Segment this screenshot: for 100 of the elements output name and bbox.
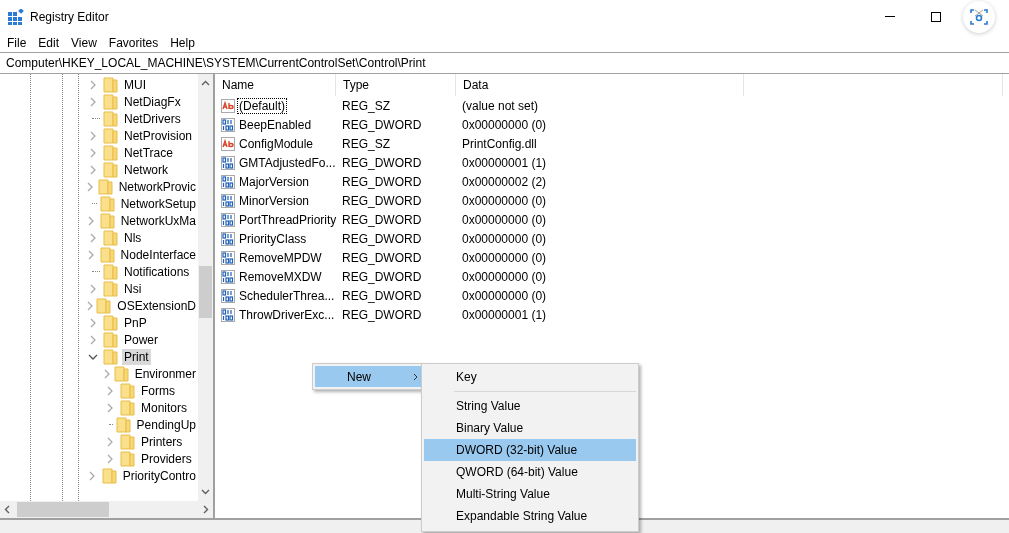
scroll-right-icon[interactable] <box>203 505 209 514</box>
scroll-thumb[interactable] <box>17 502 109 517</box>
menu-item[interactable]: View <box>65 35 103 50</box>
chevron-right-icon[interactable] <box>107 402 113 413</box>
value-data: 0x00000000 (0) <box>462 250 547 265</box>
value-name[interactable]: BeepEnabled <box>237 116 314 133</box>
tree-item[interactable]: Print <box>122 348 151 365</box>
value-name[interactable]: PriorityClass <box>237 230 309 247</box>
menu-item[interactable]: Binary Value <box>424 417 636 439</box>
value-name[interactable]: ThrowDriverExc... <box>237 306 337 323</box>
value-name[interactable]: (Default) <box>237 97 287 114</box>
menu-item[interactable]: Multi-String Value <box>424 483 636 505</box>
chevron-right-icon[interactable] <box>90 317 96 328</box>
menu-item[interactable]: String Value <box>424 395 636 417</box>
menu-item[interactable]: New <box>315 366 424 387</box>
folder-icon <box>120 382 135 399</box>
tree-item[interactable]: NetTrace <box>122 144 175 161</box>
tree-item[interactable]: PnP <box>122 314 149 331</box>
menu-item[interactable]: File <box>1 35 33 50</box>
chevron-right-icon[interactable] <box>90 232 96 243</box>
menu-item[interactable]: Help <box>164 35 201 50</box>
tree-item[interactable]: Notifications <box>122 263 192 280</box>
tree-item[interactable]: NetworkProvic <box>116 178 198 195</box>
scroll-left-icon[interactable] <box>4 505 10 514</box>
menu-item[interactable]: DWORD (32-bit) Value <box>424 439 636 461</box>
value-data: 0x00000001 (1) <box>462 307 547 322</box>
menu-item[interactable]: QWORD (64-bit) Value <box>424 461 636 483</box>
tree-item[interactable]: NetProvision <box>122 127 195 144</box>
value-type: REG_DWORD <box>342 174 422 189</box>
folder-icon <box>103 314 118 331</box>
value-data: 0x00000001 (1) <box>462 155 547 170</box>
tree-item[interactable]: Power <box>122 331 160 348</box>
tree-item[interactable]: MUI <box>122 76 148 93</box>
menu-item[interactable]: Expandable String Value <box>424 505 636 527</box>
chevron-right-icon[interactable] <box>90 147 96 158</box>
folder-icon <box>103 144 118 161</box>
value-name[interactable]: GMTAdjustedFo... <box>237 154 338 171</box>
chevron-right-icon[interactable] <box>89 470 96 481</box>
chevron-right-icon[interactable] <box>87 181 94 192</box>
tree-item[interactable]: Forms <box>139 382 177 399</box>
vertical-scrollbar[interactable] <box>198 74 213 501</box>
value-name[interactable]: MajorVersion <box>237 173 312 190</box>
tree-item[interactable]: OSExtensionD <box>115 297 198 314</box>
screen-capture-button[interactable] <box>963 0 995 33</box>
tree-item[interactable]: PendingUp <box>134 416 198 433</box>
chevron-right-icon[interactable] <box>90 283 96 294</box>
chevron-right-icon[interactable] <box>86 300 93 311</box>
chevron-right-icon[interactable] <box>90 334 96 345</box>
tree-item[interactable]: NetDiagFx <box>122 93 183 110</box>
tree-item[interactable]: Printers <box>139 433 185 450</box>
tree-item[interactable]: PriorityContro <box>120 467 198 484</box>
chevron-right-icon[interactable] <box>103 368 110 379</box>
binary-value-icon <box>221 174 235 189</box>
folder-icon <box>115 416 131 433</box>
tree-item[interactable]: NetDrivers <box>122 110 183 127</box>
value-data: (value not set) <box>462 98 539 113</box>
value-name[interactable]: MinorVersion <box>237 192 312 209</box>
menu-item[interactable]: Favorites <box>102 35 165 50</box>
chevron-down-icon[interactable] <box>88 353 98 360</box>
column-header[interactable]: Name <box>215 74 336 96</box>
tree-item[interactable]: Monitors <box>139 399 189 416</box>
chevron-right-icon[interactable] <box>90 79 96 90</box>
chevron-right-icon[interactable] <box>90 96 96 107</box>
chevron-right-icon[interactable] <box>88 215 95 226</box>
binary-value-icon <box>221 288 235 303</box>
registry-icon <box>8 8 24 25</box>
scroll-up-icon[interactable] <box>201 80 210 86</box>
tree-item[interactable]: Nls <box>122 229 144 246</box>
value-name[interactable]: PortThreadPriority <box>237 211 339 228</box>
chevron-right-icon[interactable] <box>107 385 113 396</box>
tree-item[interactable]: NodeInterface <box>118 246 198 263</box>
column-header[interactable]: Data <box>456 74 744 96</box>
scroll-down-icon[interactable] <box>201 489 210 495</box>
column-header[interactable]: Type <box>336 74 456 96</box>
folder-icon <box>103 280 118 297</box>
scroll-thumb[interactable] <box>199 266 212 318</box>
chevron-right-icon[interactable] <box>88 249 95 260</box>
menu-item[interactable]: Edit <box>32 35 66 50</box>
tree-item[interactable]: NetworkSetup <box>118 195 198 212</box>
tree-item[interactable]: Nsi <box>122 280 144 297</box>
tree-item[interactable]: Environmer <box>132 365 198 382</box>
horizontal-scrollbar[interactable] <box>0 501 213 518</box>
value-name[interactable]: RemoveMXDW <box>237 268 324 285</box>
menu-item[interactable]: Key <box>424 366 636 388</box>
tree-item[interactable]: NetworkUxMa <box>118 212 198 229</box>
tree-item[interactable]: Providers <box>139 450 194 467</box>
chevron-right-icon[interactable] <box>90 130 96 141</box>
value-name[interactable]: ConfigModule <box>237 135 316 152</box>
value-name[interactable]: RemoveMPDW <box>237 249 324 266</box>
chevron-right-icon[interactable] <box>90 164 96 175</box>
folder-icon <box>120 433 135 450</box>
folder-icon <box>120 450 135 467</box>
binary-value-icon <box>221 117 235 132</box>
value-name[interactable]: SchedulerThrea... <box>237 287 337 304</box>
camera-icon <box>970 7 988 26</box>
string-value-icon <box>221 98 235 113</box>
address-bar[interactable]: Computer\HKEY_LOCAL_MACHINE\SYSTEM\CurrentControlSet\Control\Print <box>0 52 1009 74</box>
tree-item[interactable]: Network <box>122 161 170 178</box>
chevron-right-icon[interactable] <box>107 436 113 447</box>
chevron-right-icon[interactable] <box>107 453 113 464</box>
